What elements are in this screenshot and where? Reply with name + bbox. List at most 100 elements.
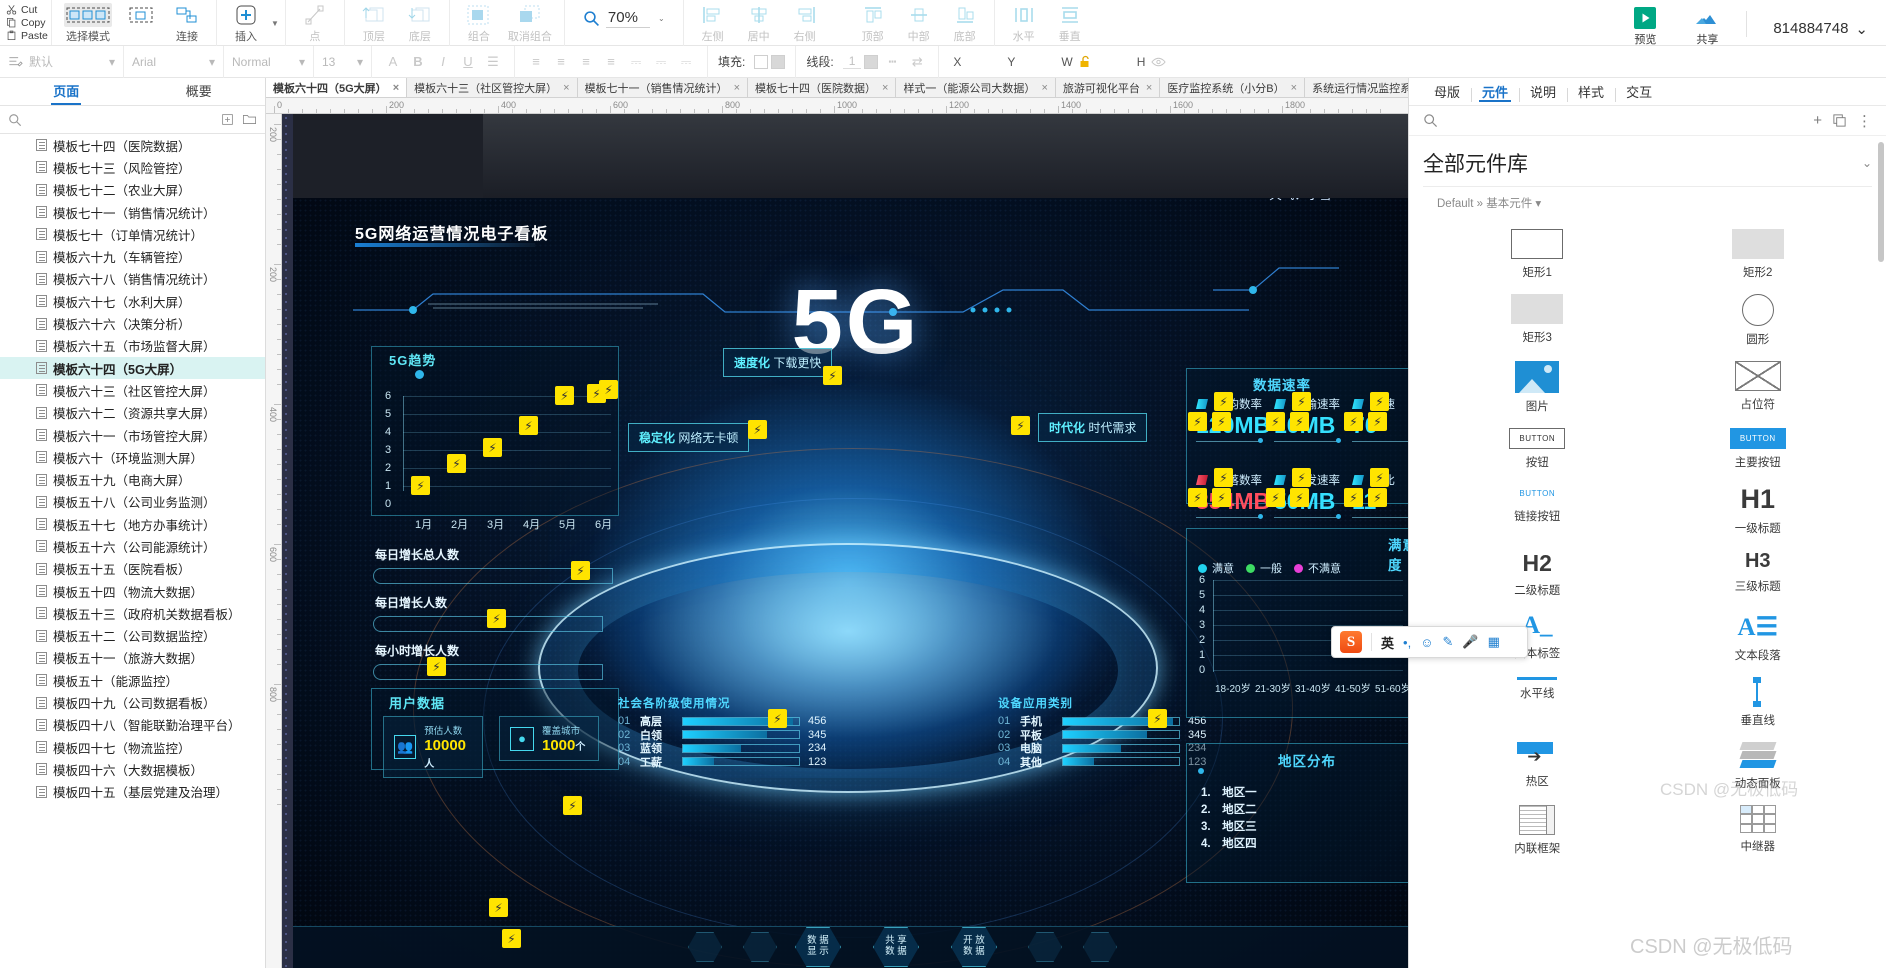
widget-item[interactable]: 水平线 [1427, 677, 1648, 728]
page-list-item[interactable]: 模板六十（环境监测大屏） [0, 446, 265, 468]
design-canvas[interactable]: HUAWEI 2021-03-20 天气：小雪 14:54 5G网络运营情况电子… [282, 114, 1408, 968]
weight-select[interactable]: Normal ▾ [224, 45, 314, 78]
align-left-button[interactable]: 左侧 [690, 0, 736, 44]
page-list-item[interactable]: 模板五十六（公司能源统计） [0, 535, 265, 557]
canvas-tab[interactable]: 模板七十一（销售情况统计） × [578, 78, 748, 97]
italic-button[interactable]: I [432, 51, 454, 73]
style-select[interactable]: 默认 ▾ [0, 45, 124, 78]
align-middle-button[interactable]: 中部 [896, 0, 942, 44]
kpi-estimated-users[interactable]: 👥 预估人数 10000 人 [383, 716, 483, 778]
page-list-item[interactable]: 模板五十二（公司数据监控） [0, 625, 265, 647]
widget-grid[interactable]: 矩形1 矩形2 矩形3 圆形 图片 占位符 BUTTON 按钮 BUTTON 主要按钮 BUTTON… [1409, 217, 1886, 868]
page-list-item[interactable]: 模板七十三（风险管控） [0, 156, 265, 178]
canvas-tab[interactable]: 样式一（能源公司大数据） × [896, 78, 1056, 97]
insert-chevron-down-icon[interactable]: ▼ [271, 19, 279, 28]
page-list-item[interactable]: 模板六十四（5G大屏） [0, 356, 265, 380]
canvas-tab[interactable]: 模板六十三（社区管控大屏） × [407, 78, 578, 97]
widget-item[interactable]: H3 三级标题 [1648, 550, 1869, 598]
line-width-value[interactable]: 1 [842, 54, 862, 69]
selection-mode-button[interactable]: 选择模式 [58, 0, 118, 44]
library-chevron-down-icon[interactable]: ⌄ [1862, 156, 1872, 170]
line-color-swatch[interactable] [864, 54, 879, 69]
align-bottom-button[interactable]: 底部 [942, 0, 988, 44]
bold-button[interactable]: B [407, 51, 429, 73]
widget-item[interactable]: 矩形1 [1427, 229, 1648, 280]
page-list-item[interactable]: 模板七十二（农业大屏） [0, 179, 265, 201]
fill-gradient-swatch[interactable] [771, 54, 786, 69]
widget-item[interactable]: A☰ 文本段落 [1648, 612, 1869, 663]
dashboard-5g[interactable]: HUAWEI 2021-03-20 天气：小雪 14:54 5G网络运营情况电子… [293, 198, 1408, 968]
account-menu[interactable]: 814884748 ⌄ [1763, 0, 1886, 45]
widget-item[interactable]: H2 二级标题 [1427, 550, 1648, 598]
widgets-search-input[interactable] [1448, 113, 1804, 128]
eye-icon[interactable] [1151, 56, 1167, 68]
page-list-item[interactable]: 模板六十三（社区管控大屏） [0, 379, 265, 401]
widget-item[interactable]: 占位符 [1648, 361, 1869, 414]
add-folder-icon[interactable] [242, 113, 257, 126]
canvas-tab-close-icon[interactable]: × [734, 82, 740, 94]
page-list-item[interactable]: 模板六十五（市场监督大屏） [0, 335, 265, 357]
zoom-control[interactable]: 70% ⌄ [571, 0, 677, 28]
canvas-tab-close-icon[interactable]: × [393, 82, 399, 94]
page-list-item[interactable]: 模板四十七（物流监控） [0, 736, 265, 758]
line-arrow-button[interactable]: ⇄ [906, 51, 928, 73]
canvas-tab[interactable]: 旅游可视化平台 × [1056, 78, 1161, 97]
tab-notes[interactable]: 说明 [1519, 82, 1567, 102]
artboard[interactable]: HUAWEI 2021-03-20 天气：小雪 14:54 5G网络运营情况电子… [293, 114, 1408, 968]
align-left-button[interactable]: ≡ [525, 51, 547, 73]
page-list-item[interactable]: 模板五十三（政府机关数据看板） [0, 602, 265, 624]
ungroup-button[interactable]: 取消组合 [502, 0, 558, 44]
widget-library-breadcrumb[interactable]: Default » 基本元件 ▾ [1423, 186, 1872, 217]
selection-mode-alt-button[interactable] [118, 0, 164, 40]
widget-item[interactable]: 矩形3 [1427, 294, 1648, 347]
paste-button[interactable]: Paste [6, 30, 51, 42]
page-list-item[interactable]: 模板四十八（智能联勤治理平台） [0, 714, 265, 736]
canvas-tab-close-icon[interactable]: × [563, 82, 569, 94]
page-list-item[interactable]: 模板五十九（电商大屏） [0, 468, 265, 490]
align-right-button[interactable]: 右侧 [782, 0, 828, 44]
page-list-item[interactable]: 模板四十六（大数据模板） [0, 758, 265, 780]
page-list-item[interactable]: 模板六十六（决策分析） [0, 312, 265, 334]
page-list-item[interactable]: 模板四十五（基层党建及治理） [0, 781, 265, 803]
distribute-horizontal-button[interactable]: 水平 [1001, 0, 1047, 44]
ime-toolbox-icon[interactable]: ▦ [1488, 634, 1500, 650]
point-button[interactable]: 点 [292, 0, 338, 44]
valign-middle-button[interactable]: ⎓ [650, 51, 672, 73]
font-color-button[interactable]: A [382, 51, 404, 73]
share-button[interactable]: 共享 [1684, 3, 1730, 47]
align-center-button[interactable]: ≡ [550, 51, 572, 73]
page-list-item[interactable]: 模板五十（能源监控） [0, 669, 265, 691]
zoom-chevron-down-icon[interactable]: ⌄ [658, 14, 665, 23]
page-list-item[interactable]: 模板六十二（资源共享大屏） [0, 402, 265, 424]
tab-pages[interactable]: 页面 [0, 78, 133, 105]
group-button[interactable]: 组合 [456, 0, 502, 44]
widget-item[interactable]: 圆形 [1648, 294, 1869, 347]
page-list-item[interactable]: 模板六十一（市场管控大屏） [0, 424, 265, 446]
kpi-covered-cities[interactable]: ● 覆盖城市 1000个 [499, 716, 599, 761]
widget-item[interactable]: BUTTON 按钮 [1427, 428, 1648, 470]
widget-item[interactable]: 中继器 [1648, 805, 1869, 856]
preview-button[interactable]: 预览 [1622, 3, 1668, 47]
font-size-select[interactable]: 13 ▾ [314, 45, 372, 78]
trend-panel[interactable] [371, 346, 619, 516]
font-select[interactable]: Arial ▾ [124, 45, 224, 78]
widget-library-title[interactable]: 全部元件库 ⌄ [1409, 136, 1886, 186]
canvas-tab-close-icon[interactable]: × [1041, 82, 1047, 94]
tab-masters[interactable]: 母版 [1423, 82, 1471, 101]
search-icon[interactable] [1423, 113, 1438, 128]
cut-button[interactable]: Cut [6, 4, 51, 16]
canvas-tab[interactable]: 模板七十四（医院数据） × [748, 78, 897, 97]
canvas-tab[interactable]: 医疗监控系统（小分В） × [1160, 78, 1306, 97]
page-list-item[interactable]: 模板七十一（销售情况统计） [0, 201, 265, 223]
widget-item[interactable]: 图片 [1427, 361, 1648, 414]
canvas-tab-close-icon[interactable]: × [1146, 82, 1152, 94]
add-page-icon[interactable] [221, 113, 234, 126]
page-list-item[interactable]: 模板七十（订单情况统计） [0, 223, 265, 245]
page-list-item[interactable]: 模板五十一（旅游大数据） [0, 647, 265, 669]
tab-interactions[interactable]: 交互 [1615, 82, 1663, 102]
align-top-button[interactable]: 顶部 [850, 0, 896, 44]
page-list-item[interactable]: 模板五十八（公司业务监测） [0, 491, 265, 513]
page-list-item[interactable]: 模板五十七（地方办事统计） [0, 513, 265, 535]
send-to-back-button[interactable]: 底层 [397, 0, 443, 44]
page-list-item[interactable]: 模板四十九（公司数据看板） [0, 691, 265, 713]
